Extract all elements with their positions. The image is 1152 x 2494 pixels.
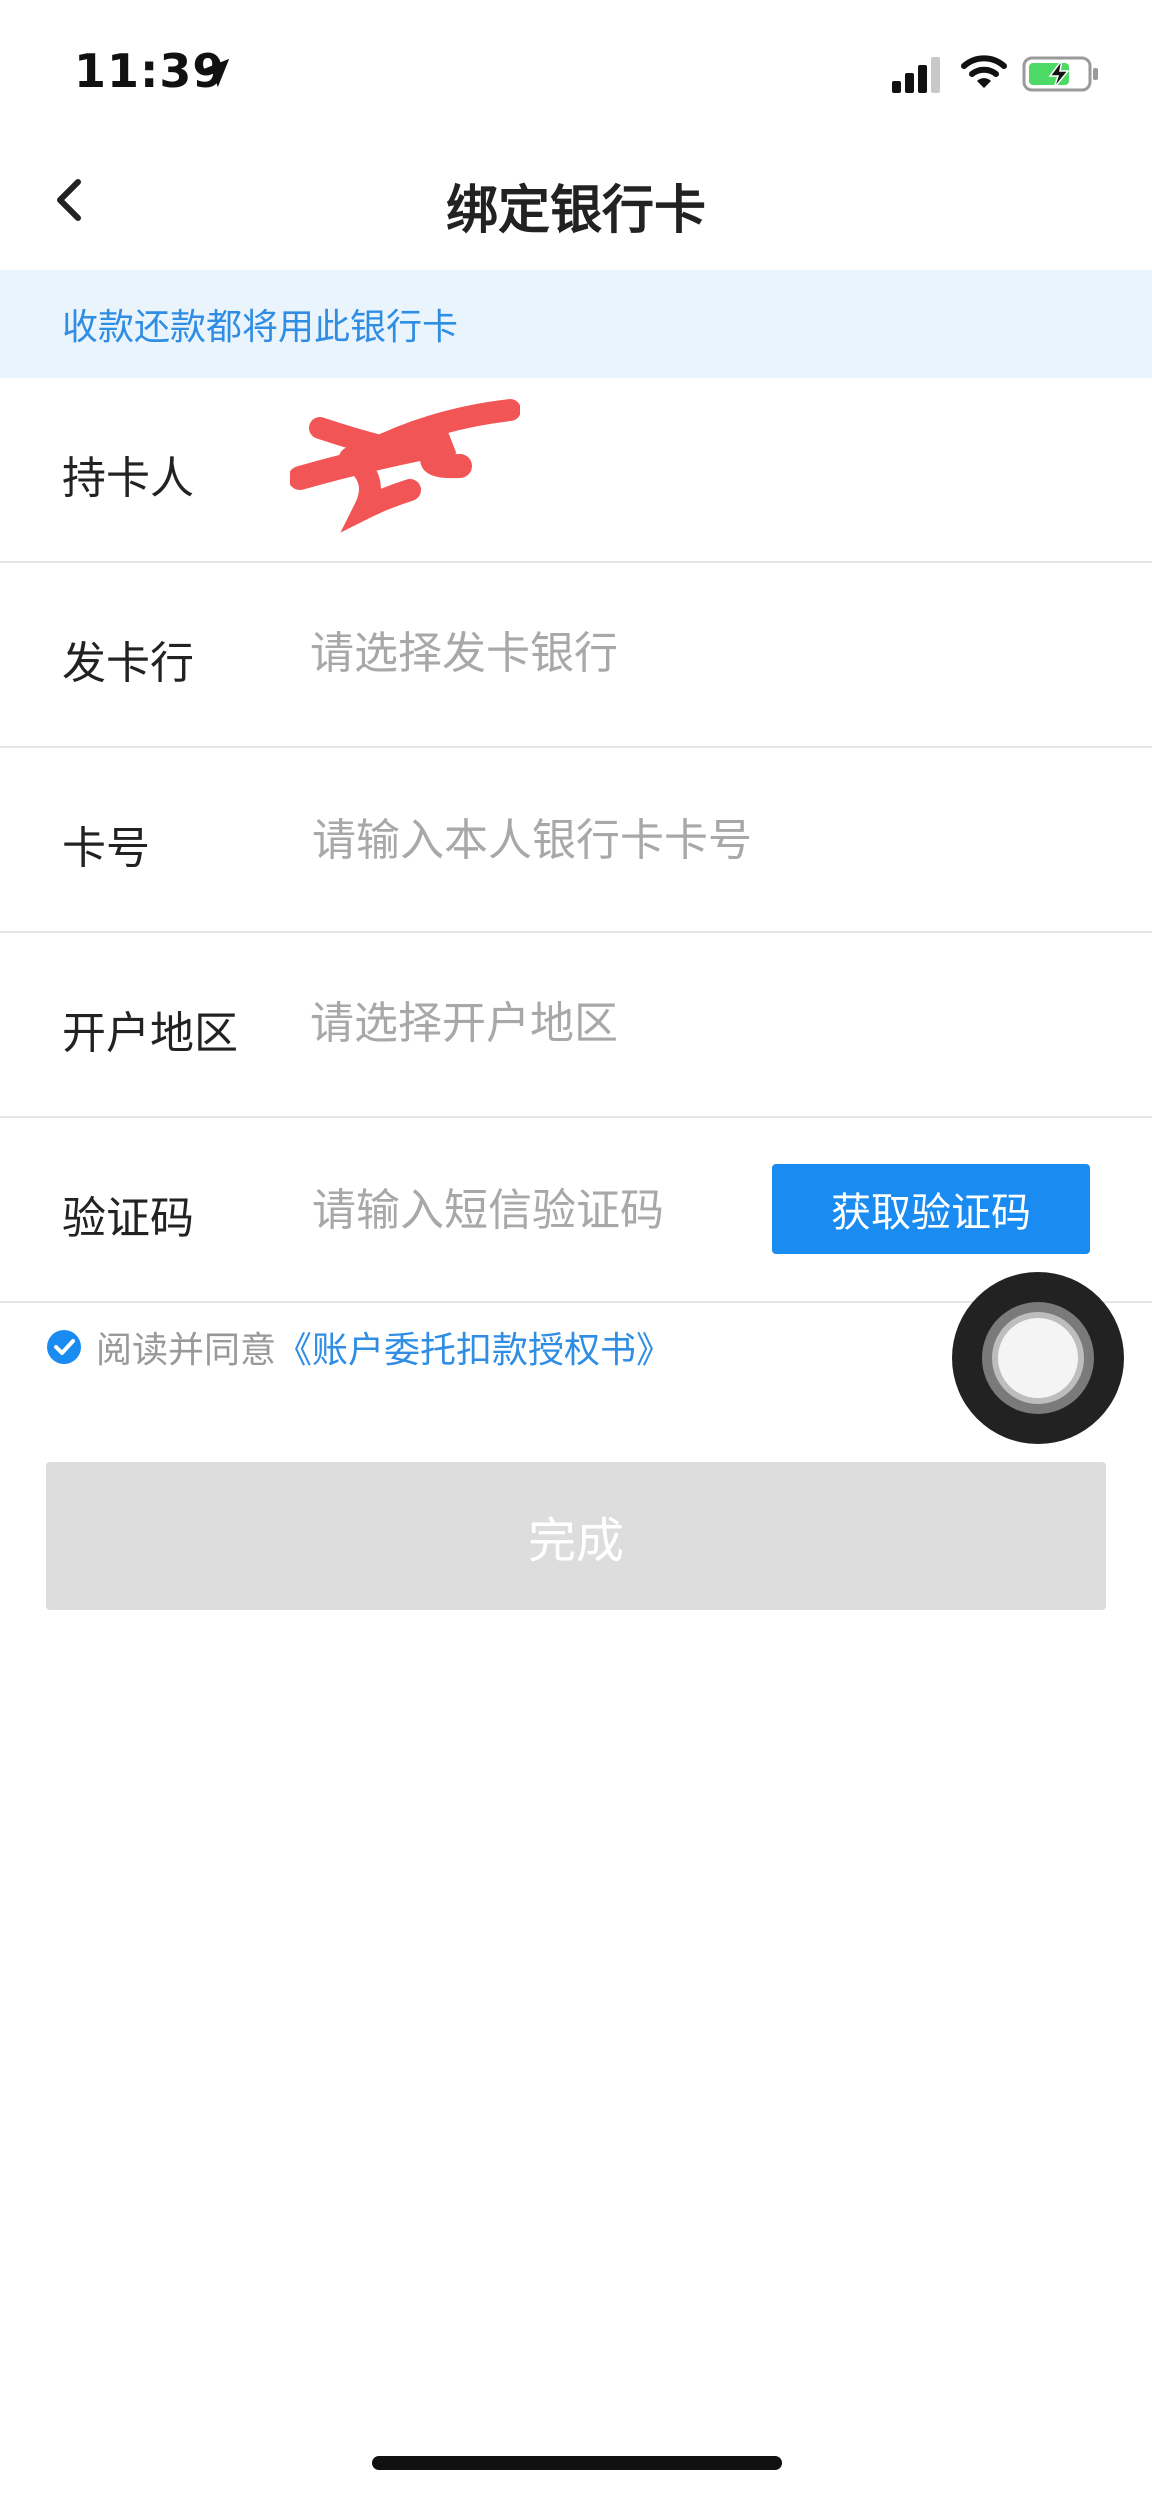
get-sms-code-button[interactable]: 获取验证码 [772, 1164, 1090, 1254]
region-row: 开户地区 请选择开户地区 [0, 933, 1152, 1118]
agreement-prefix: 阅读并同意 [96, 1330, 277, 1371]
cellular-signal-icon [892, 57, 940, 93]
location-arrow-icon [200, 58, 230, 88]
status-bar: 11:39 [0, 0, 1152, 140]
issuing-bank-row: 发卡行 请选择发卡银行 [0, 563, 1152, 748]
submit-button[interactable]: 完成 [46, 1462, 1106, 1610]
battery-charging-icon [1022, 56, 1098, 92]
card-number-row: 卡号 [0, 748, 1152, 933]
card-number-input[interactable] [310, 796, 1094, 884]
assistive-touch-icon[interactable] [950, 1270, 1126, 1446]
sms-code-label: 验证码 [62, 1193, 194, 1244]
agreement-row: 阅读并同意 《账户委托扣款授权书》 [46, 1322, 672, 1372]
redaction-scribble [290, 399, 520, 533]
checkbox-checked-icon[interactable] [46, 1329, 82, 1365]
card-number-label: 卡号 [62, 823, 150, 874]
sms-code-input[interactable] [310, 1166, 754, 1254]
page-title: 绑定银行卡 [445, 181, 706, 241]
nav-bar: 绑定银行卡 [0, 140, 1152, 270]
bind-card-form: 持卡人 发卡行 请选择发卡银行 卡号 开户地区 请选择开户地区 验证码 获取验证… [0, 378, 1152, 1303]
notice-banner: 收款还款都将用此银行卡 [0, 270, 1152, 378]
issuing-bank-label: 发卡行 [62, 638, 194, 689]
cardholder-label: 持卡人 [62, 453, 194, 504]
cardholder-row: 持卡人 [0, 378, 1152, 563]
issuing-bank-select[interactable]: 请选择发卡银行 [310, 611, 750, 697]
region-select[interactable]: 请选择开户地区 [310, 981, 750, 1067]
region-label: 开户地区 [62, 1008, 238, 1059]
agreement-link[interactable]: 《账户委托扣款授权书》 [276, 1321, 672, 1373]
notice-text: 收款还款都将用此银行卡 [62, 307, 459, 348]
home-indicator[interactable] [372, 2456, 782, 2470]
wifi-icon [961, 55, 1007, 88]
